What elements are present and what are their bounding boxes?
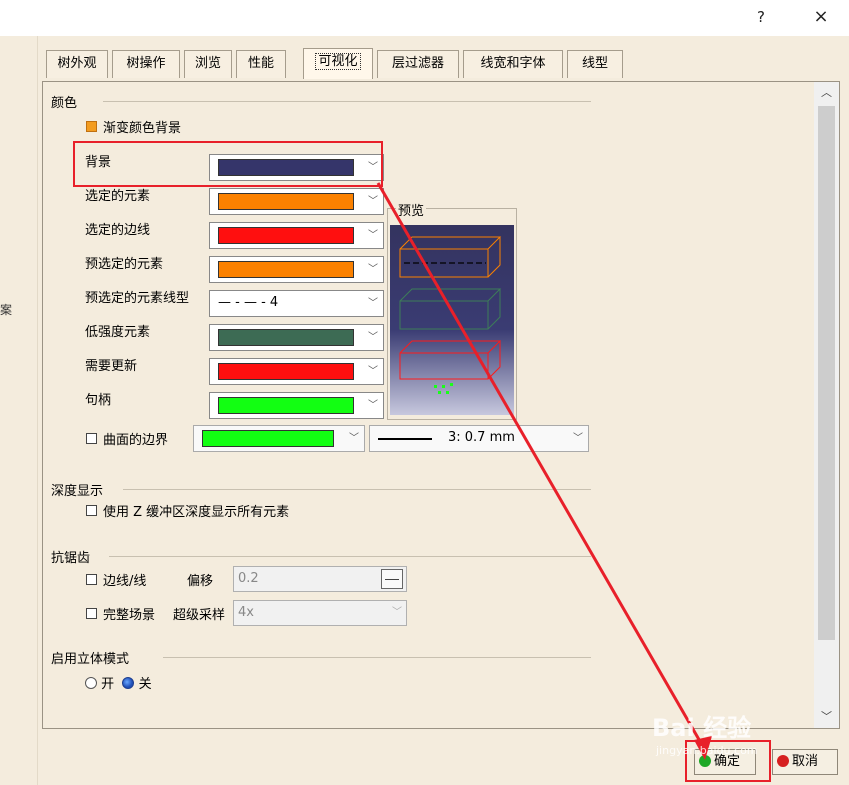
annotation-arrow	[376, 182, 712, 760]
